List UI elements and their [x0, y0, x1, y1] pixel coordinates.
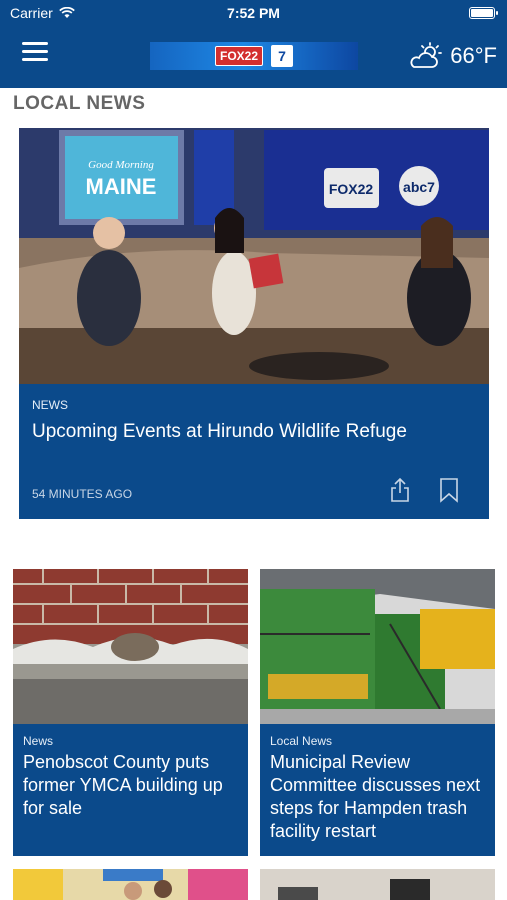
battery-icon — [469, 7, 498, 19]
featured-title[interactable]: Upcoming Events at Hirundo Wildlife Refu… — [32, 420, 475, 444]
status-bar: Carrier 7:52 PM — [0, 0, 507, 28]
weather-temperature: 66°F — [450, 43, 497, 68]
story-image — [13, 869, 248, 900]
station-logo[interactable]: FOX22 7 — [150, 42, 358, 70]
featured-story-image: Good Morning MAINE FOX22 abc7 — [19, 128, 489, 384]
studio-sign: Good Morning — [88, 159, 154, 171]
partly-cloudy-icon — [410, 42, 443, 68]
hamburger-icon — [22, 42, 48, 45]
status-time: 7:52 PM — [227, 5, 280, 21]
bookmark-icon[interactable] — [439, 477, 459, 503]
story-category: News — [23, 734, 54, 748]
story-image — [260, 569, 495, 724]
featured-timestamp: 54 MINUTES AGO — [32, 487, 133, 501]
svg-text:abc7: abc7 — [403, 179, 435, 195]
featured-category: NEWS — [32, 398, 68, 412]
featured-story-card[interactable]: Good Morning MAINE FOX22 abc7 NEWS Upcom… — [19, 128, 489, 519]
story-card-partial[interactable] — [260, 869, 495, 900]
studio-sign-maine: MAINE — [86, 174, 157, 199]
hamburger-line — [22, 50, 48, 53]
abc7-logo: 7 — [271, 45, 293, 67]
story-title[interactable]: Penobscot County puts former YMCA buildi… — [23, 751, 242, 820]
story-image — [260, 869, 495, 900]
story-title[interactable]: Municipal Review Committee discusses nex… — [270, 751, 489, 843]
story-image — [13, 569, 248, 724]
story-card[interactable]: Local News Municipal Review Committee di… — [260, 569, 495, 856]
app-header: FOX22 7 66°F — [0, 28, 507, 88]
share-icon[interactable] — [389, 477, 411, 503]
story-card[interactable]: News Penobscot County puts former YMCA b… — [13, 569, 248, 856]
svg-text:FOX22: FOX22 — [329, 181, 374, 197]
story-category: Local News — [270, 734, 333, 748]
hamburger-line — [22, 58, 48, 61]
weather-widget[interactable]: 66°F — [408, 42, 497, 70]
menu-button[interactable] — [22, 42, 48, 62]
fox22-logo: FOX22 — [214, 46, 263, 66]
story-card-partial[interactable] — [13, 869, 248, 900]
section-title: LOCAL NEWS — [13, 93, 146, 114]
